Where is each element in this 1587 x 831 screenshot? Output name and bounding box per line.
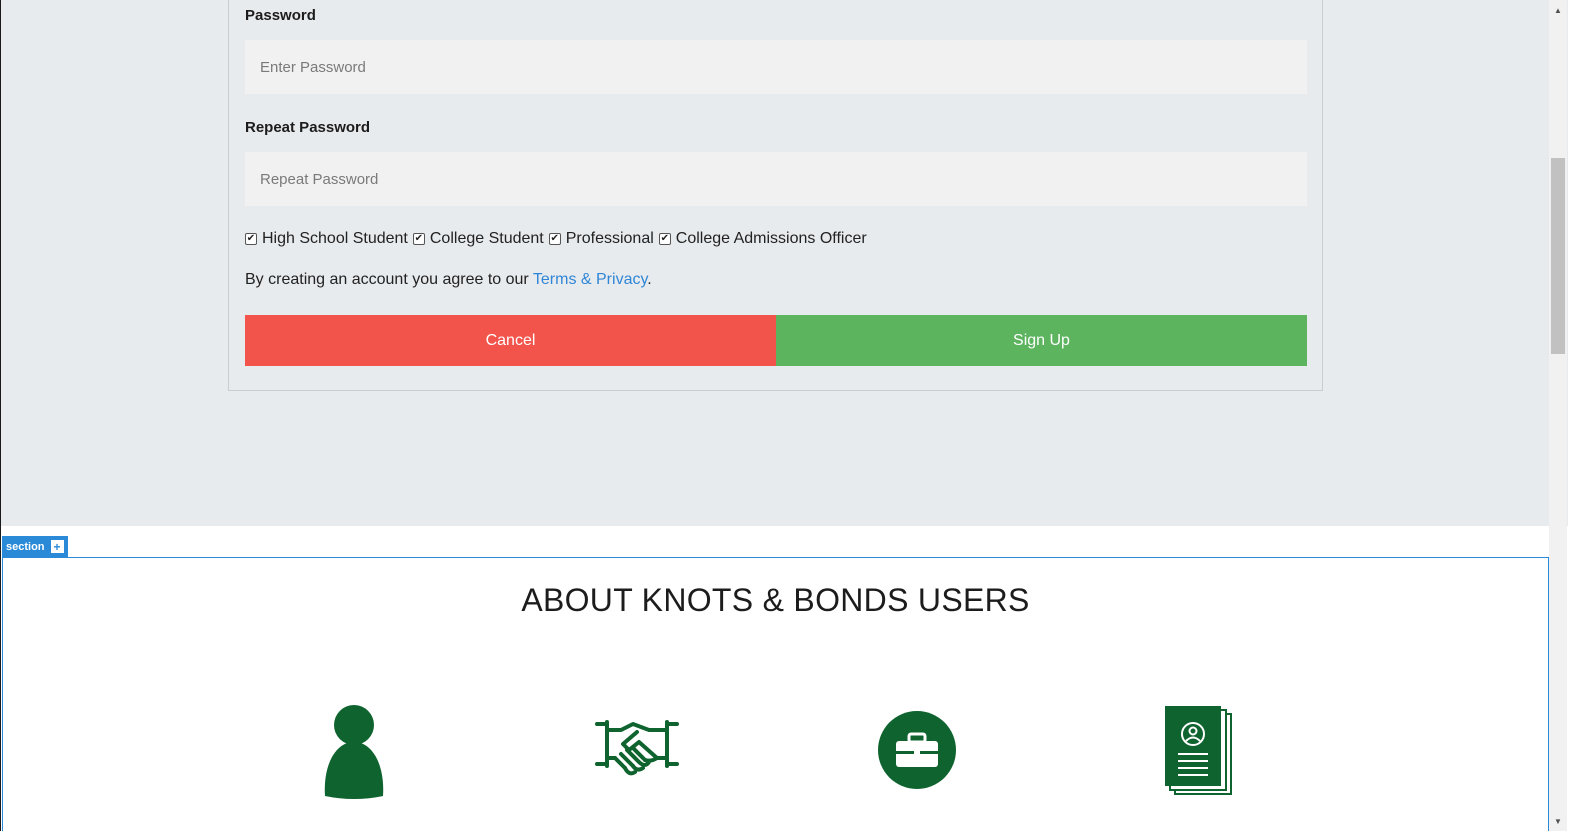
role-admissions-officer[interactable]: ✔ College Admissions Officer bbox=[658, 230, 867, 248]
signup-form: Password Repeat Password ✔ High School S… bbox=[228, 0, 1323, 391]
role-high-school[interactable]: ✔ High School Student bbox=[245, 230, 408, 248]
document-profile-icon bbox=[1165, 706, 1232, 795]
person-icon bbox=[324, 705, 384, 799]
cancel-button[interactable]: Cancel bbox=[245, 315, 776, 366]
repeat-password-label: Repeat Password bbox=[245, 119, 371, 136]
about-section: ABOUT KNOTS & BONDS USERS bbox=[2, 557, 1549, 831]
terms-privacy-link[interactable]: Terms & Privacy bbox=[533, 271, 647, 288]
sign-up-button[interactable]: Sign Up bbox=[776, 315, 1307, 366]
agree-text: By creating an account you agree to our bbox=[245, 271, 533, 288]
about-title: ABOUT KNOTS & BONDS USERS bbox=[521, 582, 1030, 618]
section-editor-tag[interactable]: section + bbox=[2, 536, 68, 557]
terms-agreement: By creating an account you agree to our … bbox=[245, 271, 652, 289]
password-label: Password bbox=[245, 7, 316, 24]
page-viewport: Password Repeat Password ✔ High School S… bbox=[0, 0, 1568, 831]
repeat-password-input[interactable] bbox=[245, 152, 1307, 206]
high-school-checkbox[interactable]: ✔ bbox=[245, 233, 257, 245]
vertical-scrollbar[interactable]: ▲ ▼ bbox=[1549, 0, 1567, 831]
college-student-label: College Student bbox=[429, 230, 544, 247]
section-tag-label: section bbox=[6, 540, 45, 553]
admissions-officer-checkbox[interactable]: ✔ bbox=[658, 233, 671, 245]
professional-label: Professional bbox=[565, 230, 654, 247]
role-checkboxes: ✔ High School Student ✔ College Student … bbox=[245, 230, 872, 248]
role-college[interactable]: ✔ College Student bbox=[412, 230, 544, 248]
professional-checkbox[interactable]: ✔ bbox=[548, 233, 561, 245]
agree-end: . bbox=[647, 271, 652, 288]
handshake-icon bbox=[595, 720, 679, 776]
password-input[interactable] bbox=[245, 40, 1307, 94]
role-professional[interactable]: ✔ Professional bbox=[548, 230, 654, 248]
admissions-officer-label: College Admissions Officer bbox=[675, 230, 867, 247]
briefcase-icon bbox=[878, 711, 956, 789]
scroll-down-arrow-icon[interactable]: ▼ bbox=[1549, 813, 1567, 829]
signup-section: Password Repeat Password ✔ High School S… bbox=[1, 0, 1568, 526]
college-student-checkbox[interactable]: ✔ bbox=[412, 233, 425, 245]
scrollbar-thumb[interactable] bbox=[1551, 158, 1565, 354]
add-section-button[interactable]: + bbox=[50, 540, 64, 553]
scroll-up-arrow-icon[interactable]: ▲ bbox=[1549, 2, 1567, 18]
high-school-label: High School Student bbox=[262, 230, 408, 247]
